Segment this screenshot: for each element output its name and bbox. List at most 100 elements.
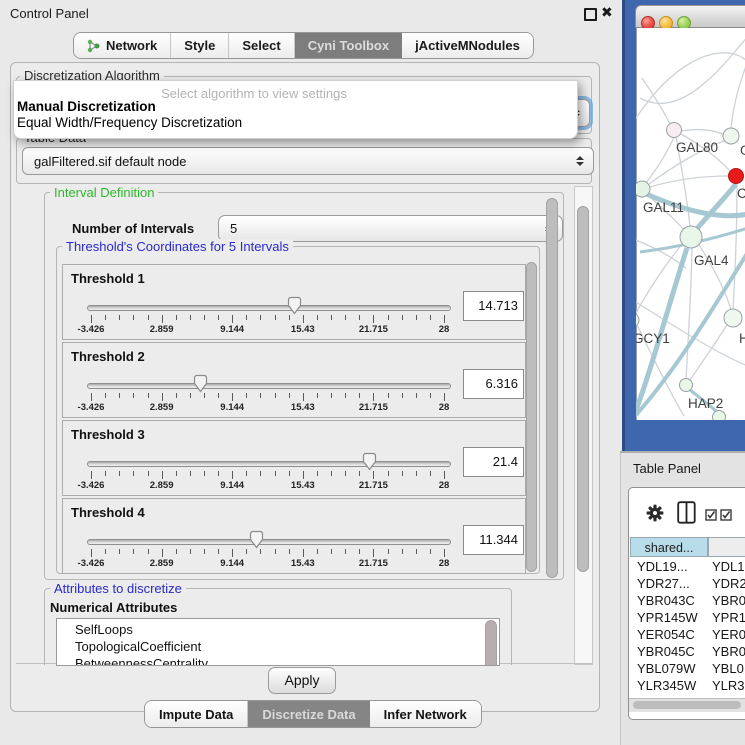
table-cell[interactable]: YBR0 <box>712 592 745 609</box>
tick <box>275 549 276 554</box>
checkbox-icon[interactable] <box>720 509 732 521</box>
attributes-list-scrollbar[interactable] <box>485 620 497 666</box>
threshold-slider-track[interactable] <box>87 305 451 311</box>
table-cell[interactable]: YBR043C <box>637 592 695 609</box>
attribute-list-item[interactable]: TopologicalCoefficient <box>75 639 201 656</box>
network-edge[interactable] <box>640 36 745 103</box>
table-cell[interactable]: YBL079W <box>637 660 696 677</box>
network-node[interactable] <box>680 379 693 392</box>
tick <box>148 393 149 398</box>
panel-divider[interactable] <box>620 451 745 453</box>
tick <box>402 315 403 320</box>
tick-label: -3.426 <box>78 324 105 335</box>
table-cell[interactable]: YLR3 <box>712 677 745 694</box>
panel-scrollbar-track[interactable] <box>574 186 593 665</box>
network-node[interactable] <box>667 123 682 138</box>
network-node[interactable] <box>723 128 739 144</box>
table-cell[interactable]: YER0 <box>712 626 745 643</box>
tab-select[interactable]: Select <box>229 33 294 58</box>
network-edge[interactable] <box>733 184 737 309</box>
table-data-combobox-value: galFiltered.sif default node <box>23 154 576 169</box>
network-node[interactable] <box>636 313 639 327</box>
threshold-slider-track[interactable] <box>87 461 451 467</box>
algorithm-option[interactable]: Equal Width/Frequency Discretization <box>17 115 242 130</box>
threshold-slider-track[interactable] <box>87 383 451 389</box>
table-cell[interactable]: YDL1 <box>712 558 745 575</box>
slider-handle-icon[interactable] <box>193 374 208 393</box>
table-cell[interactable]: YPR1 <box>712 609 745 626</box>
network-node[interactable] <box>729 169 744 184</box>
threshold-slider-track[interactable] <box>87 539 451 545</box>
thresholds-scrollbar[interactable] <box>526 262 537 572</box>
network-edge[interactable] <box>636 53 745 118</box>
network-node[interactable] <box>724 309 742 327</box>
network-node[interactable] <box>713 411 726 421</box>
table-hscrollbar-thumb[interactable] <box>633 701 741 709</box>
panel-scrollbar-thumb[interactable] <box>577 206 589 572</box>
network-edge[interactable] <box>731 66 745 128</box>
table-column-header[interactable]: n <box>708 537 745 557</box>
table-cell[interactable]: YLR345W <box>637 677 696 694</box>
network-edge[interactable] <box>681 130 723 134</box>
tick <box>246 315 247 320</box>
table-cell[interactable]: YPR145W <box>637 609 698 626</box>
table-column-header[interactable]: shared... <box>630 537 708 557</box>
table-cell[interactable]: YDL19... <box>637 558 688 575</box>
network-edge[interactable] <box>636 240 686 268</box>
threshold-value-input[interactable]: 14.713 <box>463 291 524 321</box>
table-cell[interactable]: YBL0 <box>712 660 744 677</box>
slider-handle-icon[interactable] <box>362 452 377 471</box>
bottom-tab-infer-network[interactable]: Infer Network <box>370 701 481 727</box>
slider-handle-icon[interactable] <box>287 296 302 315</box>
tab-style[interactable]: Style <box>171 33 229 58</box>
apply-button[interactable]: Apply <box>268 667 336 694</box>
network-edge[interactable] <box>686 248 692 379</box>
close-icon[interactable]: ✖ <box>601 4 613 21</box>
attribute-list-item[interactable]: SelfLoops <box>75 622 133 639</box>
threshold-value-input[interactable]: 21.4 <box>463 447 524 477</box>
network-window-titlebar[interactable] <box>635 5 745 28</box>
network-graph[interactable]: GAL80G.CGAL11GAL4GCY1HHAP2 <box>636 28 745 420</box>
tick-label: 15.43 <box>291 402 315 413</box>
tick <box>373 549 374 557</box>
bottom-tab-impute-data[interactable]: Impute Data <box>145 701 248 727</box>
tab-network[interactable]: Network <box>74 33 171 58</box>
numerical-attributes-list[interactable]: SelfLoopsTopologicalCoefficientBetweenne… <box>56 618 500 666</box>
bottom-tab-discretize-data[interactable]: Discretize Data <box>248 701 369 727</box>
algorithm-option[interactable]: Manual Discretization <box>17 99 156 114</box>
table-data-combobox[interactable]: galFiltered.sif default node <box>22 147 594 175</box>
tab-jactivemnodules[interactable]: jActiveMNodules <box>402 33 533 58</box>
network-node[interactable] <box>680 226 702 248</box>
gear-icon[interactable] <box>646 504 664 522</box>
tick-label: 28 <box>439 324 450 335</box>
tick-label: 21.715 <box>359 480 388 491</box>
table-cell[interactable]: YBR045C <box>637 643 695 660</box>
threshold-value-input[interactable]: 6.316 <box>463 369 524 399</box>
table-cell[interactable]: YDR2 <box>712 575 745 592</box>
attribute-list-item[interactable]: BetweennessCentrality <box>75 656 208 666</box>
numerical-attributes-label: Numerical Attributes <box>50 600 177 615</box>
tick <box>388 471 389 476</box>
float-window-icon[interactable] <box>584 8 597 21</box>
tick <box>444 315 445 323</box>
slider-handle-icon[interactable] <box>249 530 264 549</box>
network-edge[interactable] <box>650 176 729 187</box>
network-node[interactable] <box>636 181 650 197</box>
tick-label: 28 <box>439 402 450 413</box>
table-hscrollbar[interactable] <box>629 698 745 712</box>
number-of-intervals-spinner[interactable]: 5 <box>218 215 563 242</box>
tick <box>133 393 134 398</box>
threshold-value-input[interactable]: 11.344 <box>463 525 524 555</box>
tab-cyni-toolbox[interactable]: Cyni Toolbox <box>295 33 402 58</box>
tick <box>303 471 304 479</box>
interval-scrollbar[interactable] <box>546 198 558 578</box>
tick <box>190 471 191 476</box>
tick <box>345 549 346 554</box>
table-cell[interactable]: YDR27... <box>637 575 690 592</box>
table-cell[interactable]: YER054C <box>637 626 695 643</box>
tab-label: Cyni Toolbox <box>308 38 389 53</box>
network-edge[interactable] <box>696 184 736 230</box>
table-cell[interactable]: YBR0 <box>712 643 745 660</box>
split-table-icon[interactable] <box>677 501 696 524</box>
checkbox-icon[interactable] <box>705 509 717 521</box>
